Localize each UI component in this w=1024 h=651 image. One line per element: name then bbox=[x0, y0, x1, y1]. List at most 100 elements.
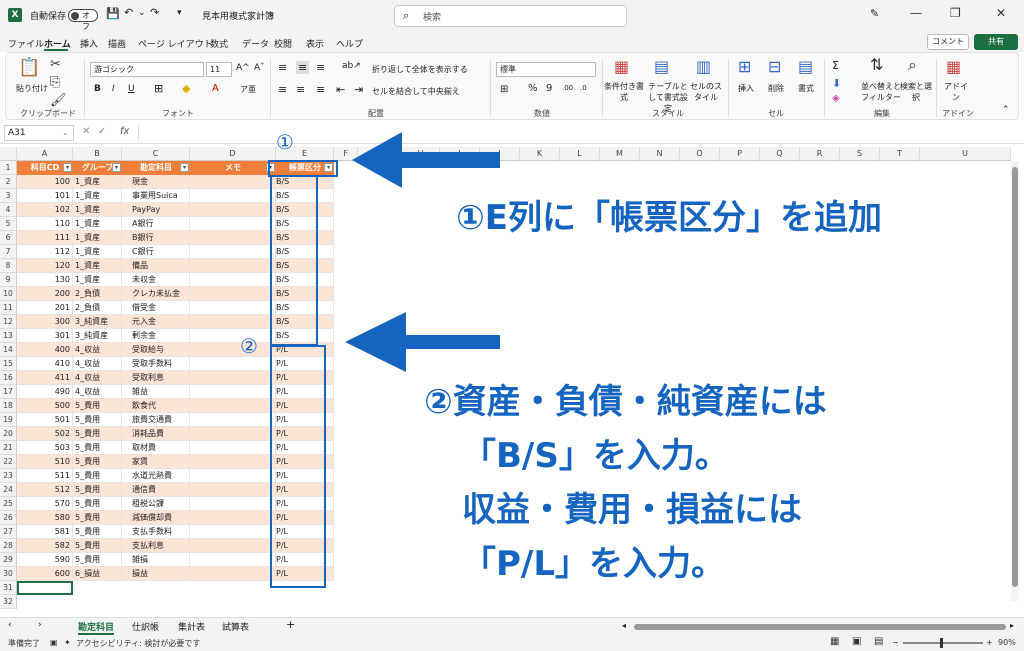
font-color-icon[interactable]: A bbox=[212, 83, 219, 94]
table-cell[interactable]: 受取手数料 bbox=[122, 357, 190, 371]
redo-icon[interactable]: ↷ bbox=[150, 6, 159, 19]
close-icon[interactable]: ✕ bbox=[996, 6, 1006, 20]
filter-dropdown-icon[interactable]: ▾ bbox=[63, 163, 72, 172]
table-cell[interactable]: 120 bbox=[17, 259, 73, 273]
table-cell[interactable]: 600 bbox=[17, 567, 73, 581]
table-cell[interactable]: 111 bbox=[17, 231, 73, 245]
table-cell[interactable]: 5_費用 bbox=[73, 497, 122, 511]
memo-cell[interactable] bbox=[190, 273, 276, 287]
minimize-icon[interactable]: — bbox=[910, 6, 922, 20]
indent-increase-icon[interactable]: ⇥ bbox=[354, 83, 363, 96]
table-cell[interactable]: 未収金 bbox=[122, 273, 190, 287]
table-cell[interactable]: 2_負債 bbox=[73, 301, 122, 315]
vertical-scroll-thumb[interactable] bbox=[1012, 167, 1018, 587]
table-cell[interactable]: 1_資産 bbox=[73, 259, 122, 273]
row-header[interactable]: 23 bbox=[0, 469, 17, 483]
row-header[interactable]: 10 bbox=[0, 287, 17, 301]
memo-cell[interactable] bbox=[190, 189, 276, 203]
currency-icon[interactable]: ⊞ bbox=[500, 84, 508, 95]
table-cell[interactable]: 支払手数料 bbox=[122, 525, 190, 539]
column-header[interactable]: K bbox=[520, 147, 560, 161]
paste-button[interactable]: 貼り付け bbox=[16, 83, 48, 94]
table-cell[interactable]: 取材費 bbox=[122, 441, 190, 455]
row-header[interactable]: 25 bbox=[0, 497, 17, 511]
row-header[interactable]: 14 bbox=[0, 343, 17, 357]
zoom-slider[interactable] bbox=[903, 642, 983, 644]
table-cell[interactable]: 1_資産 bbox=[73, 273, 122, 287]
accessibility-status[interactable]: アクセシビリティ: 検討が必要です bbox=[76, 638, 200, 649]
memo-cell[interactable] bbox=[190, 259, 276, 273]
table-cell[interactable]: 582 bbox=[17, 539, 73, 553]
table-cell[interactable]: 5_費用 bbox=[73, 413, 122, 427]
tab-review[interactable]: 校閲 bbox=[274, 37, 292, 50]
table-header-cell[interactable]: 科目CD ▾ bbox=[17, 161, 73, 175]
table-cell[interactable]: 581 bbox=[17, 525, 73, 539]
column-header[interactable]: F bbox=[334, 147, 358, 161]
border-icon[interactable]: ⊞ bbox=[154, 82, 163, 95]
table-cell[interactable]: 500 bbox=[17, 399, 73, 413]
horizontal-scrollbar[interactable] bbox=[634, 624, 1006, 630]
filter-dropdown-icon[interactable]: ▾ bbox=[180, 163, 189, 172]
shrink-font-icon[interactable]: Aˇ bbox=[254, 63, 265, 73]
cell-styles-icon[interactable]: ▥ bbox=[696, 57, 711, 76]
find-select-button[interactable]: 検索と選択 bbox=[900, 81, 932, 103]
next-sheet-icon[interactable]: › bbox=[38, 620, 42, 630]
row-header[interactable]: 22 bbox=[0, 455, 17, 469]
filter-dropdown-icon[interactable]: ▾ bbox=[112, 163, 121, 172]
prev-sheet-icon[interactable]: ‹ bbox=[8, 620, 12, 630]
tab-file[interactable]: ファイル bbox=[8, 37, 44, 50]
row-header[interactable]: 30 bbox=[0, 567, 17, 581]
table-cell[interactable]: 6_損益 bbox=[73, 567, 122, 581]
row-header[interactable]: 11 bbox=[0, 301, 17, 315]
filename-chevron-down-icon[interactable]: ⌄ bbox=[268, 9, 276, 19]
memo-cell[interactable] bbox=[190, 525, 276, 539]
format-as-table-icon[interactable]: ▤ bbox=[654, 57, 669, 76]
memo-cell[interactable] bbox=[190, 497, 276, 511]
column-header[interactable]: J bbox=[480, 147, 520, 161]
addins-button[interactable]: アドイン bbox=[942, 81, 970, 103]
table-cell[interactable]: 消耗品費 bbox=[122, 427, 190, 441]
undo-icon[interactable]: ↶ bbox=[124, 6, 133, 19]
table-cell[interactable]: 5_費用 bbox=[73, 427, 122, 441]
table-cell[interactable]: 借受金 bbox=[122, 301, 190, 315]
row-header[interactable]: 28 bbox=[0, 539, 17, 553]
table-cell[interactable]: 511 bbox=[17, 469, 73, 483]
decrease-decimal-icon[interactable]: .0 bbox=[580, 84, 587, 92]
column-header[interactable]: P bbox=[720, 147, 760, 161]
format-cells-icon[interactable]: ▤ bbox=[798, 57, 813, 76]
table-cell[interactable]: 5_費用 bbox=[73, 483, 122, 497]
restore-icon[interactable]: ❐ bbox=[950, 6, 961, 20]
memo-cell[interactable] bbox=[190, 539, 276, 553]
tab-view[interactable]: 表示 bbox=[306, 37, 324, 50]
phonetic-icon[interactable]: ア亜 bbox=[240, 84, 256, 95]
align-left-icon[interactable]: ≡ bbox=[278, 83, 287, 96]
column-header[interactable]: H bbox=[402, 147, 440, 161]
row-header[interactable]: 12 bbox=[0, 315, 17, 329]
table-cell[interactable]: 4_収益 bbox=[73, 357, 122, 371]
selected-cell[interactable] bbox=[17, 581, 73, 595]
insert-cells-button[interactable]: 挿入 bbox=[738, 83, 754, 94]
memo-cell[interactable] bbox=[190, 301, 276, 315]
save-icon[interactable]: 💾 bbox=[106, 7, 120, 20]
table-cell[interactable]: 5_費用 bbox=[73, 469, 122, 483]
table-cell[interactable]: 410 bbox=[17, 357, 73, 371]
table-cell[interactable]: PayPay bbox=[122, 203, 190, 217]
table-header-cell[interactable]: メモ ▾ bbox=[190, 161, 276, 175]
table-cell[interactable]: 300 bbox=[17, 315, 73, 329]
page-break-view-icon[interactable]: ▤ bbox=[874, 636, 883, 647]
italic-icon[interactable]: I bbox=[112, 84, 115, 94]
table-cell[interactable]: 5_費用 bbox=[73, 553, 122, 567]
delete-cells-icon[interactable]: ⊟ bbox=[768, 57, 781, 76]
table-cell[interactable]: B銀行 bbox=[122, 231, 190, 245]
tab-help[interactable]: ヘルプ bbox=[336, 37, 363, 50]
search-input[interactable]: ⌕ 検索 bbox=[394, 5, 627, 27]
column-header[interactable]: G bbox=[358, 147, 402, 161]
add-sheet-icon[interactable]: + bbox=[286, 618, 295, 631]
tab-insert[interactable]: 挿入 bbox=[80, 37, 98, 50]
macro-record-icon[interactable]: ▣ bbox=[50, 638, 58, 647]
table-cell[interactable]: 510 bbox=[17, 455, 73, 469]
fill-icon[interactable]: ⬇ bbox=[832, 77, 841, 90]
underline-icon[interactable]: U bbox=[128, 84, 135, 94]
table-cell[interactable]: 501 bbox=[17, 413, 73, 427]
scroll-left-icon[interactable]: ◂ bbox=[622, 621, 626, 630]
